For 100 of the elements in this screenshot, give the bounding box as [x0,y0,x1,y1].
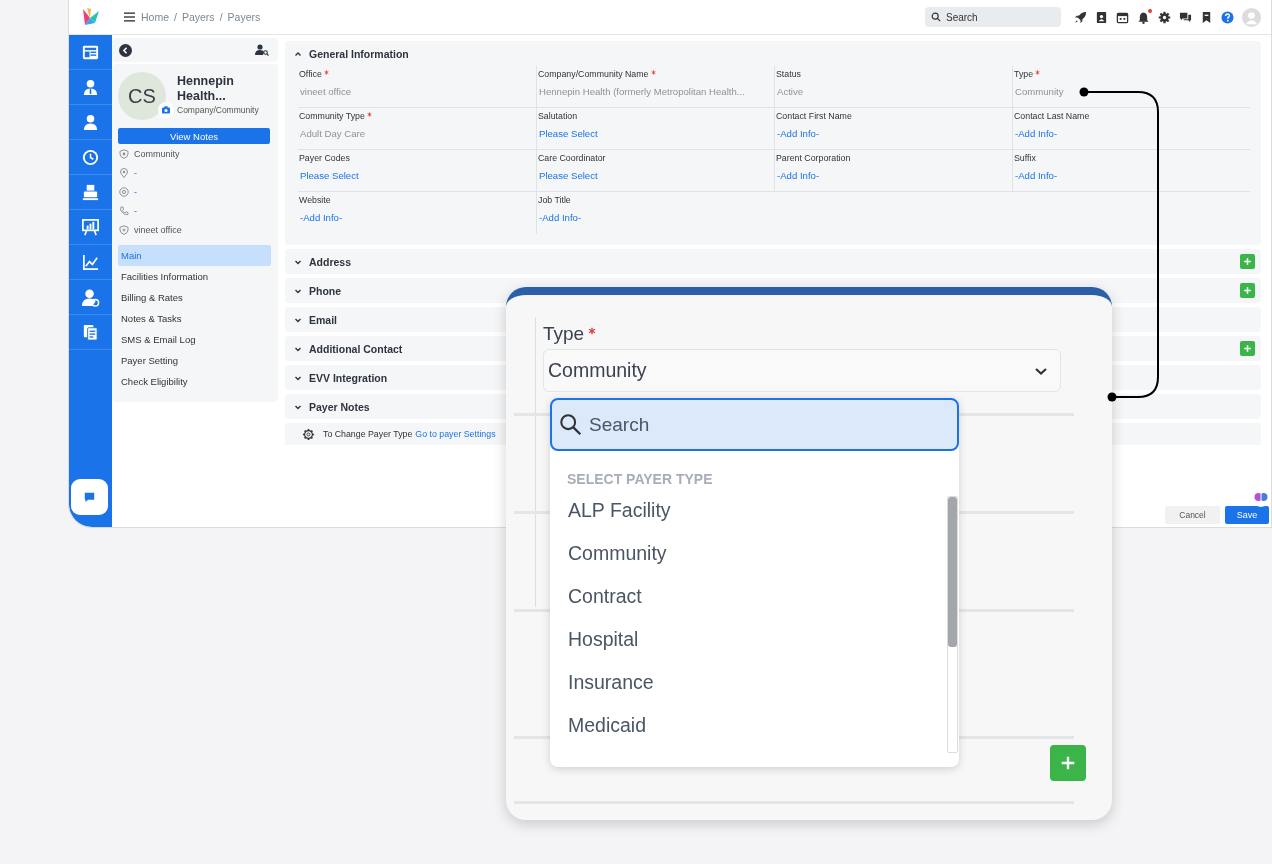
section-title: General Information [309,47,409,60]
save-button[interactable]: Save [1225,506,1269,524]
section-title: EVV Integration [309,371,388,384]
settings-icon [302,427,315,441]
contact-book-icon[interactable] [1095,10,1108,24]
field-label: Contact First Name [776,110,852,122]
field-value[interactable]: -Add Info- [776,170,1012,181]
section-nav-item[interactable]: SMS & Email Log [118,329,271,350]
field-label: Parent Corporation [776,152,851,164]
dropdown-option[interactable]: Medicaid [550,704,945,747]
view-notes-button[interactable]: View Notes [118,128,270,144]
avatar-initials: CS [118,72,166,120]
menu-icon[interactable] [124,12,135,22]
plus-icon [1242,256,1253,267]
collapse-icon[interactable] [119,43,132,57]
user-search-icon[interactable] [255,44,269,56]
contact-detail: vineet office [134,224,182,235]
documents-icon[interactable] [81,322,100,342]
field-value[interactable]: -Add Info- [538,212,774,223]
search-field[interactable]: Search [550,398,959,451]
field-value[interactable]: -Add Info- [776,128,1012,139]
field-label: Suffix [1014,152,1036,164]
add-button[interactable] [1240,341,1255,356]
user-gear-icon[interactable] [81,287,100,307]
contact-detail: - [134,205,137,216]
field-value[interactable]: Please Select [299,170,536,181]
field-value[interactable]: -Add Info- [1014,170,1250,181]
bell-icon[interactable] [1137,10,1150,24]
person-tie-icon[interactable] [81,77,100,97]
section-nav-item[interactable]: Payer Setting [118,350,271,371]
payer-settings-link[interactable]: Go to payer Settings [415,429,496,439]
chat-icon [84,491,95,503]
required-asterisk-icon [323,70,329,75]
breadcrumb-link[interactable]: Payers [227,11,261,23]
breadcrumb-separator: / [174,11,177,23]
breadcrumb-separator: / [219,11,223,23]
field-label: Job Title [538,194,571,206]
field-value[interactable]: -Add Info- [1014,128,1250,139]
field-value[interactable]: Please Select [538,170,774,181]
type-dropdown[interactable]: Community [543,349,1061,392]
section-nav-item[interactable]: Check Eligibility [118,371,271,392]
printer-icon[interactable] [81,182,100,202]
required-asterisk-icon [650,70,656,75]
field-value[interactable]: -Add Info- [299,212,536,223]
field-label: Status [776,68,801,80]
required-asterisk-icon [588,327,597,335]
field-label: Company/Community Name [538,68,649,80]
camera-icon[interactable] [158,102,174,118]
section-nav-item[interactable]: Billing & Rates [118,287,271,308]
field-value[interactable]: Please Select [538,128,774,139]
add-button[interactable] [1240,283,1255,298]
group-heading: SELECT PAYER TYPE [567,471,714,489]
clock-icon[interactable] [81,147,100,167]
dropdown-option[interactable]: Contract [550,575,945,618]
required-asterisk-icon [1035,70,1041,75]
cancel-button[interactable]: Cancel [1165,506,1220,524]
bookmark-icon[interactable] [1200,10,1213,24]
dropdown-option[interactable]: Hospital [550,618,945,661]
help-icon[interactable] [1221,10,1234,24]
person-icon[interactable] [81,112,100,132]
dropdown-option[interactable]: Community [550,532,945,575]
required-asterisk-icon [366,112,372,117]
field-label: Type [1014,68,1034,80]
contact-detail: - [134,186,137,197]
section-title: Phone [309,284,342,297]
section-nav-item[interactable]: Facilities Information [118,266,271,287]
field-label: Salutation [538,110,578,122]
plus-icon [1059,754,1077,772]
dropdown-option[interactable]: ALP Facility [550,489,945,532]
plus-icon [1242,285,1253,296]
calendar-icon[interactable] [1116,10,1129,24]
section-nav-item[interactable]: Main [118,245,271,266]
payer-role: Company/Community [177,105,259,115]
settings-icon[interactable] [1158,10,1171,24]
add-button[interactable] [1240,254,1255,269]
field-label: Contact Last Name [1014,110,1090,122]
breadcrumb-link[interactable]: Payers [181,11,215,23]
field-label: Care Coordinator [538,152,606,164]
chat-icon[interactable] [1179,10,1192,24]
chat-button[interactable] [71,479,108,515]
add-button[interactable] [1050,745,1086,781]
scrollbar[interactable] [947,496,958,753]
rocket-icon[interactable] [1074,10,1087,24]
presentation-icon[interactable] [81,217,100,237]
contact-detail: - [134,167,137,178]
plus-icon [1242,343,1253,354]
shield-icon [119,148,129,159]
section-nav-item[interactable]: Notes & Tasks [118,308,271,329]
field-label: Office [299,68,322,80]
search-field[interactable]: Search [925,7,1061,27]
dropdown-option[interactable]: Insurance [550,661,945,704]
section-title: Additional Contact [309,342,403,355]
field-value: vineet office [299,86,353,97]
collapsible-section[interactable]: Address [285,249,1261,274]
contact-detail: Community [134,148,180,159]
field-value: Community [1014,86,1065,97]
search-icon [931,12,941,22]
chart-icon[interactable] [81,252,100,272]
phone-icon [119,205,129,216]
breadcrumb-link[interactable]: Home [141,11,169,23]
